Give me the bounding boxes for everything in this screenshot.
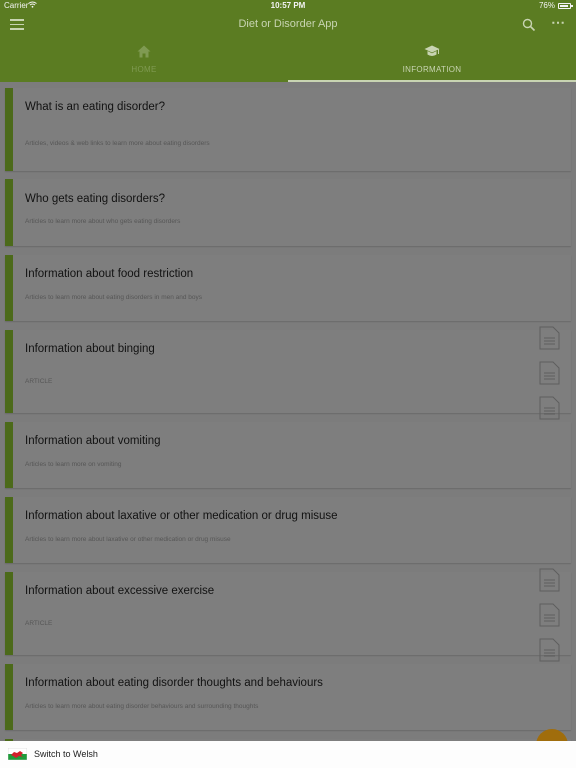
tab-home-label: HOME (131, 65, 157, 74)
item-title: Information about vomiting (25, 435, 161, 447)
document-icon (539, 568, 560, 592)
language-switch-bar[interactable]: Switch to Welsh (0, 741, 576, 768)
item-subtitle: Articles to learn more about eating diso… (25, 294, 203, 301)
more-dots-icon[interactable]: ⋯ (550, 15, 566, 33)
tab-bar: HOME INFORMATION (0, 40, 576, 82)
item-subtitle: ARTICLE (25, 378, 53, 385)
item-title: Information about binging (25, 343, 155, 355)
item-title: Information about food restriction (25, 268, 194, 280)
item-subtitle: Articles to learn more about who gets ea… (25, 218, 181, 225)
item-title: Information about laxative or other medi… (25, 510, 338, 522)
battery-icon (558, 2, 573, 9)
item-subtitle: Articles to learn more about eating diso… (25, 703, 259, 710)
document-icon (539, 396, 560, 420)
battery-status: 76% (538, 1, 573, 10)
list-item-binging[interactable]: Information about binging ARTICLE (5, 326, 571, 420)
document-icon (539, 638, 560, 662)
item-title: Who gets eating disorders? (25, 193, 165, 205)
app-title: Diet or Disorder App (238, 18, 338, 30)
list-item-laxative[interactable]: Information about laxative or other medi… (5, 497, 571, 563)
item-title: Information about excessive exercise (25, 585, 215, 597)
tab-home[interactable]: HOME (0, 40, 288, 82)
graduation-cap-icon (288, 45, 576, 59)
home-icon (0, 45, 288, 59)
list-item-eating-disorder[interactable]: What is an eating disorder? Articles, vi… (5, 88, 571, 171)
welsh-flag-icon (8, 748, 27, 760)
list-item-food-restriction[interactable]: Information about food restriction Artic… (5, 255, 571, 321)
item-subtitle: Articles to learn more on vomiting (25, 461, 122, 468)
document-icon (539, 603, 560, 627)
status-bar: Carrier 10:57 PM 76% (0, 0, 576, 12)
search-icon[interactable] (522, 18, 538, 34)
list-item-who-gets[interactable]: Who gets eating disorders? Articles to l… (5, 179, 571, 246)
clock: 10:57 PM (270, 1, 306, 10)
article-icons (539, 326, 561, 431)
list-item-thoughts-behaviours[interactable]: Information about eating disorder though… (5, 664, 571, 730)
item-subtitle: Articles to learn more about laxative or… (25, 536, 231, 543)
document-icon (539, 361, 560, 385)
app-toolbar: Diet or Disorder App ⋯ (0, 12, 576, 40)
item-title: What is an eating disorder? (25, 101, 165, 113)
article-icons (539, 568, 561, 673)
tab-information[interactable]: INFORMATION (288, 40, 576, 82)
list-item-excessive-exercise[interactable]: Information about excessive exercise ART… (5, 568, 571, 662)
item-title: Information about eating disorder though… (25, 677, 323, 689)
list-item-vomiting[interactable]: Information about vomiting Articles to l… (5, 422, 571, 488)
document-icon (539, 326, 560, 350)
item-subtitle: ARTICLE (25, 620, 53, 627)
item-subtitle: Articles, videos & web links to learn mo… (25, 140, 210, 147)
switch-to-welsh-label[interactable]: Switch to Welsh (34, 749, 98, 759)
information-list: What is an eating disorder? Articles, vi… (0, 82, 576, 742)
tab-information-label: INFORMATION (402, 65, 462, 74)
battery-percent: 76% (538, 1, 555, 10)
